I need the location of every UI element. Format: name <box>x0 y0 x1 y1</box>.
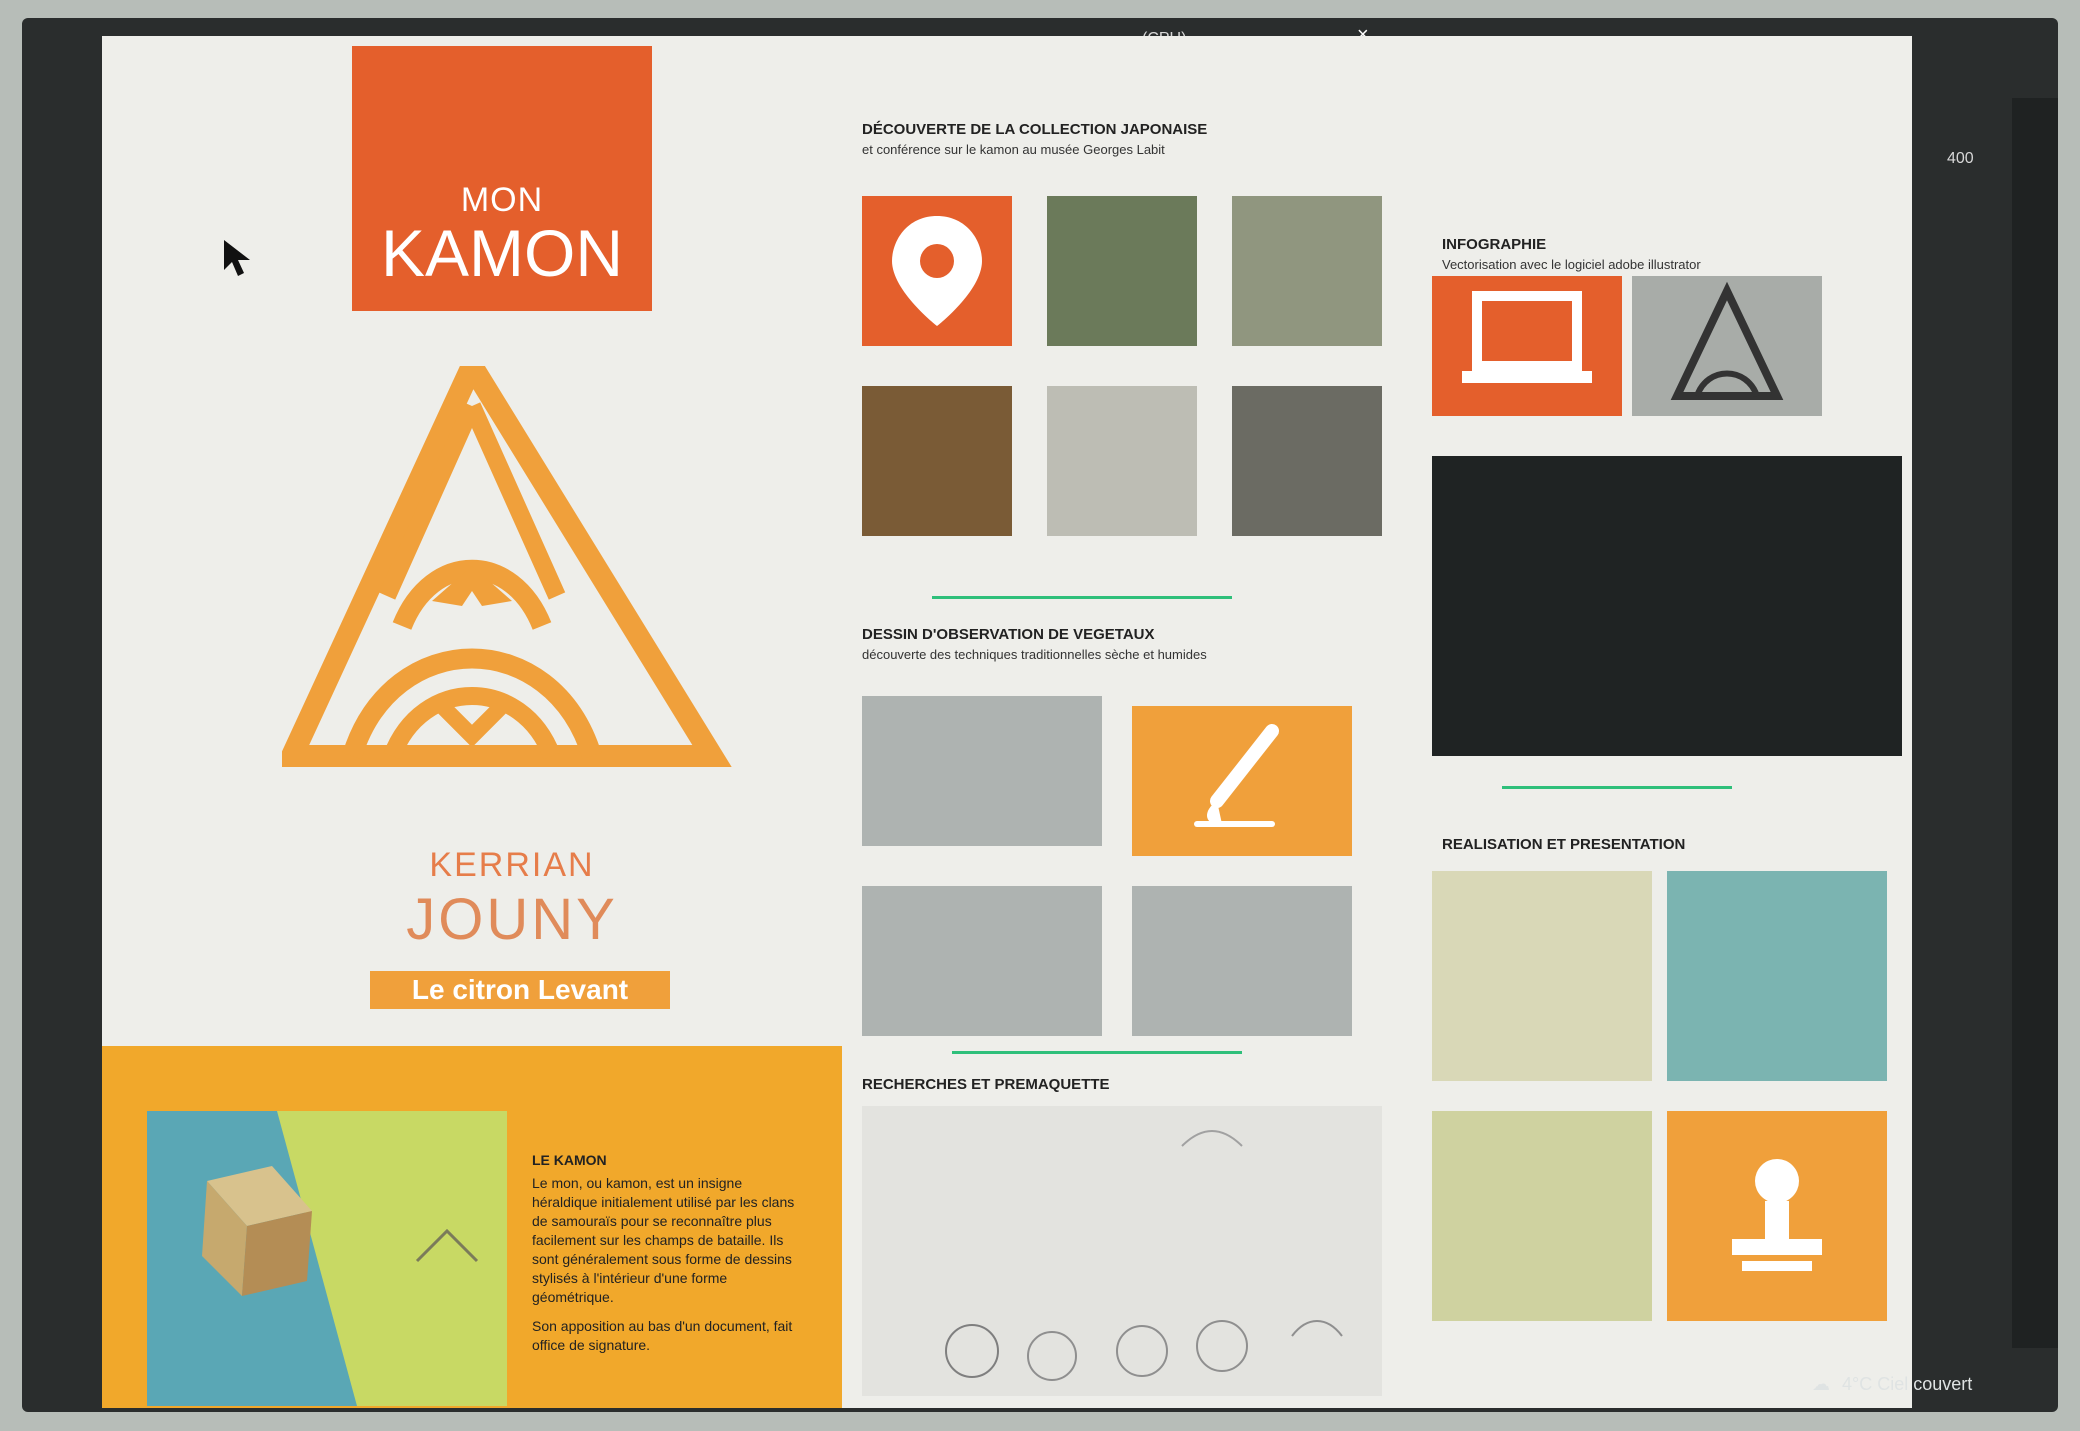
brush-tile <box>1132 706 1352 856</box>
weather-text: 4°C Ciel couvert <box>1842 1374 1973 1394</box>
section-realisation: REALISATION ET PRESENTATION <box>1442 836 1862 853</box>
section-collection: DÉCOUVERTE DE LA COLLECTION JAPONAISE et… <box>862 121 1382 157</box>
app-window: (CPU) 200 250 300 350 400 × MON KAMON <box>22 18 2058 1412</box>
section-subheading: découverte des techniques traditionnelle… <box>862 647 1207 662</box>
cube-photo-3 <box>1432 1111 1652 1321</box>
laptop-tile <box>1432 276 1622 416</box>
laptop-icon <box>1462 291 1592 383</box>
kamon-paragraph-1: Le mon, ou kamon, est un insigne héraldi… <box>532 1175 795 1305</box>
document-page: MON KAMON KERRIAN JOUNY Le citron Levant <box>102 36 1912 1408</box>
title-mon: MON <box>460 181 544 219</box>
display-case-photo <box>862 386 1012 536</box>
section-heading: DESSIN D'OBSERVATION DE VEGETAUX <box>862 626 1155 643</box>
title-kamon: KAMON <box>380 216 624 290</box>
location-thumbnail <box>862 196 1012 346</box>
section-heading: DÉCOUVERTE DE LA COLLECTION JAPONAISE <box>862 121 1208 138</box>
drawing-tile <box>862 696 1102 846</box>
green-separator <box>1502 786 1732 789</box>
mask-photo <box>1232 386 1382 536</box>
ruler-label: 400 <box>1947 150 1974 167</box>
cube-photo-1 <box>1432 871 1652 1081</box>
green-separator <box>932 596 1232 599</box>
drawing-tile <box>862 886 1102 1036</box>
statue-photo <box>1232 196 1382 346</box>
drawing-tile <box>1132 886 1352 1036</box>
right-column: INFOGRAPHIE Vectorisation avec le logici… <box>1402 36 1912 1408</box>
section-heading: INFOGRAPHIE <box>1442 236 1547 253</box>
cube-photo-2 <box>1667 871 1887 1081</box>
section-infographie: INFOGRAPHIE Vectorisation avec le logici… <box>1442 236 1862 272</box>
title-block: MON KAMON <box>352 46 652 311</box>
middle-column: DÉCOUVERTE DE LA COLLECTION JAPONAISE et… <box>842 36 1402 1408</box>
kamon-description: LE KAMON Le mon, ou kamon, est un insign… <box>532 1151 802 1365</box>
section-vegetal: DESSIN D'OBSERVATION DE VEGETAUX découve… <box>862 626 1382 662</box>
triangle-emblem-icon <box>274 342 732 767</box>
kamon-section-title: LE KAMON <box>532 1152 607 1168</box>
triangle-emblem-small-icon <box>1670 281 1784 400</box>
cube-image-icon <box>147 1111 507 1406</box>
tagline-badge: Le citron Levant <box>370 971 670 1009</box>
vegetal-grid <box>862 696 1382 1036</box>
collection-thumbnails <box>862 196 1382 576</box>
author-last-name: JOUNY <box>406 887 618 952</box>
temple-photo <box>1047 196 1197 346</box>
mouse-cursor-icon <box>224 240 250 276</box>
kamon-logo <box>274 342 742 786</box>
left-column: MON KAMON KERRIAN JOUNY Le citron Levant <box>102 36 842 1408</box>
kamon-info-panel: LE KAMON Le mon, ou kamon, est un insign… <box>102 1046 842 1408</box>
kamon-paragraph-2: Son apposition au bas d'un document, fai… <box>532 1318 793 1353</box>
emblem-tile <box>1632 276 1822 416</box>
section-recherches: RECHERCHES ET PREMAQUETTE <box>862 1076 1382 1093</box>
brush-icon <box>1194 724 1279 827</box>
properties-panel[interactable] <box>2012 98 2058 1348</box>
weather-icon: ☁ <box>1812 1374 1830 1394</box>
section-subheading: et conférence sur le kamon au musée Geor… <box>862 142 1165 157</box>
author-first-name: KERRIAN <box>429 846 595 884</box>
section-heading: RECHERCHES ET PREMAQUETTE <box>862 1076 1110 1093</box>
infographie-icons <box>1432 276 1902 416</box>
taskbar: ☁ 4°C Ciel couvert <box>1422 1356 2058 1412</box>
realisation-grid <box>1432 871 1902 1341</box>
section-subheading: Vectorisation avec le logiciel adobe ill… <box>1442 257 1701 272</box>
location-pin-icon <box>892 216 982 326</box>
section-heading: REALISATION ET PRESENTATION <box>1442 836 1686 853</box>
dark-preview-panel <box>1432 456 1902 756</box>
print-photo <box>1047 386 1197 536</box>
sketch-icon <box>945 1130 1343 1381</box>
stamp-icon <box>1732 1159 1822 1271</box>
cube-photo <box>147 1111 507 1406</box>
sketch-image <box>862 1106 1382 1396</box>
green-separator <box>952 1051 1242 1054</box>
stamp-tile <box>1667 1111 1887 1321</box>
